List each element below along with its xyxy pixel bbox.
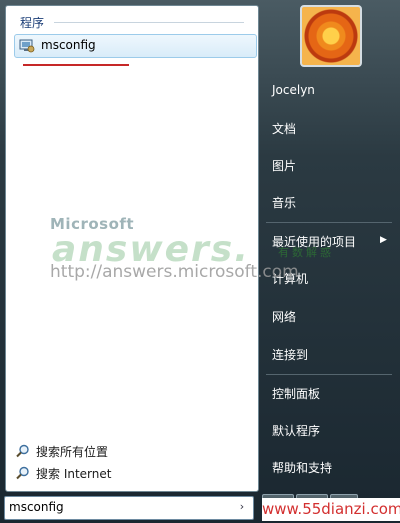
magnifier-icon <box>16 466 30 480</box>
program-item-msconfig[interactable]: msconfig <box>14 34 257 58</box>
watermark-url: http://answers.microsoft.com <box>50 262 299 282</box>
program-label: msconfig <box>41 38 96 52</box>
magnifier-icon <box>16 444 30 458</box>
right-divider <box>266 374 392 375</box>
pictures-item[interactable]: 图片 <box>272 157 296 174</box>
site-watermark: www.55dianzi.com <box>262 498 400 521</box>
system-config-icon <box>19 38 35 53</box>
network-item[interactable]: 网络 <box>272 308 296 325</box>
user-name-item[interactable]: Jocelyn <box>272 83 315 97</box>
group-divider <box>54 22 244 23</box>
search-everywhere-label: 搜索所有位置 <box>36 445 109 459</box>
connect-to-item[interactable]: 连接到 <box>272 346 308 363</box>
watermark-chinese: 有数解惑 <box>278 246 334 259</box>
search-input[interactable] <box>9 498 229 516</box>
start-menu: 程序 msconfig 搜索所有位置 搜索 Internet msconfig … <box>0 0 400 523</box>
help-support-item[interactable]: 帮助和支持 <box>272 459 332 476</box>
control-panel-item[interactable]: 控制面板 <box>272 385 320 402</box>
search-internet-label: 搜索 Internet <box>36 467 112 481</box>
user-avatar[interactable] <box>300 5 362 67</box>
submenu-arrow-icon: ▶ <box>380 235 387 245</box>
right-divider <box>266 222 392 223</box>
documents-item[interactable]: 文档 <box>272 120 296 137</box>
highlight-underline <box>23 64 129 66</box>
arrow-right-icon[interactable]: › <box>235 499 249 515</box>
programs-group-title: 程序 <box>20 16 45 30</box>
start-search-box[interactable]: › <box>4 496 254 520</box>
music-item[interactable]: 音乐 <box>272 194 296 211</box>
default-programs-item[interactable]: 默认程序 <box>272 422 320 439</box>
